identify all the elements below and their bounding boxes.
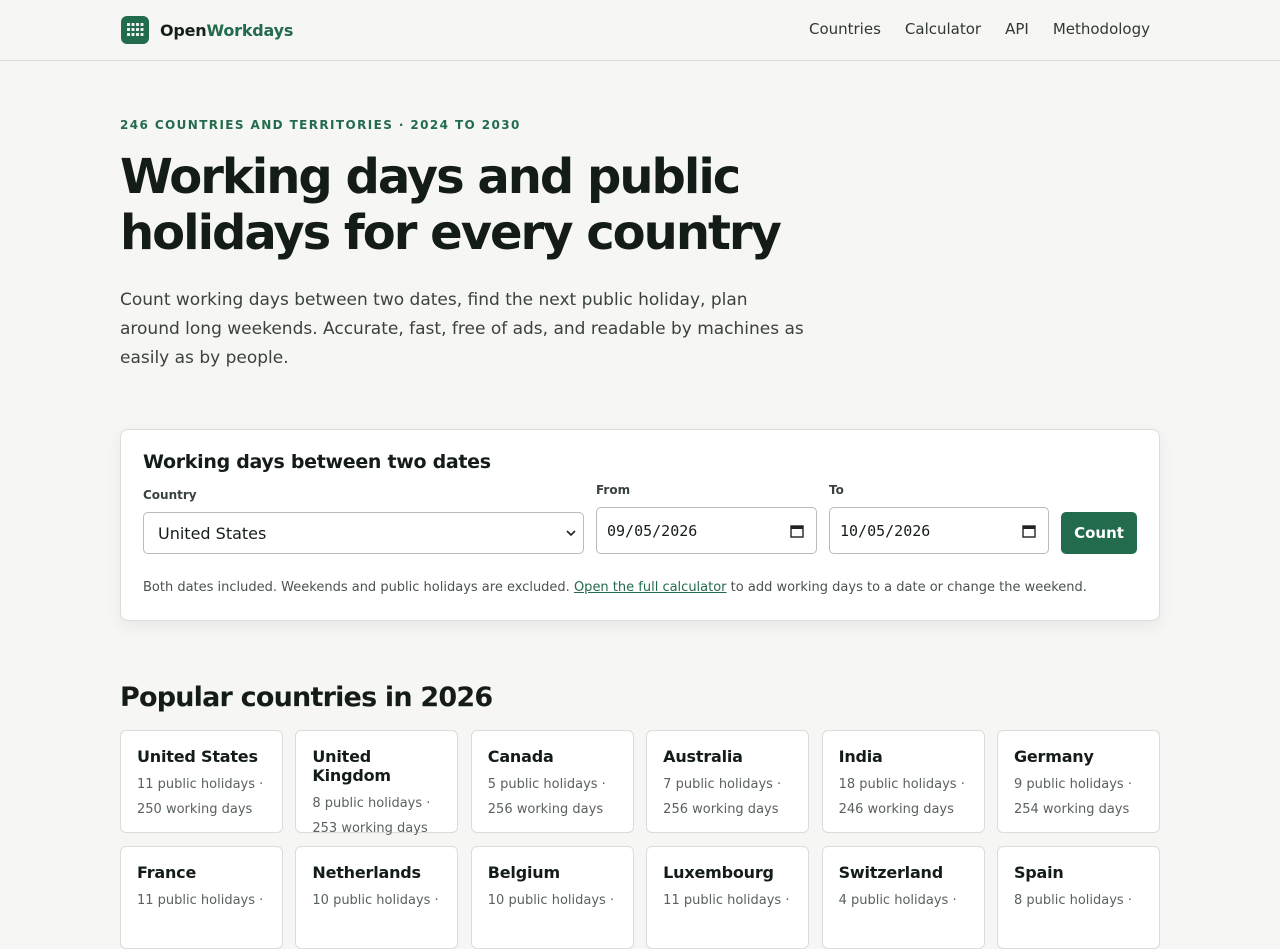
- country-card-germany[interactable]: Germany 9 public holidays · 254 working d…: [996, 730, 1160, 833]
- country-name: United States: [137, 747, 258, 766]
- to-label: To: [829, 483, 844, 497]
- country-name: United Kingdom: [312, 747, 391, 785]
- hero-eyebrow: 246 COUNTRIES AND TERRITORIES · 2024 TO …: [120, 118, 521, 132]
- country-stats: 8 public holidays ·: [1013, 893, 1132, 908]
- country-name: Australia: [663, 747, 743, 766]
- country-stats: 11 public holidays · 250 working days: [137, 777, 264, 817]
- country-name: Germany: [1013, 747, 1094, 766]
- country-name: Switzerland: [838, 863, 944, 882]
- country-stats: 18 public holidays · 246 working days: [838, 777, 965, 817]
- nav-link-calculator[interactable]: Calculator: [905, 20, 981, 38]
- full-calculator-link[interactable]: Open the full calculator: [574, 580, 727, 595]
- country-stats: 11 public holidays ·: [663, 893, 790, 908]
- calendar-icon[interactable]: [1022, 524, 1036, 538]
- to-date-input[interactable]: 10/05/2026: [829, 507, 1049, 554]
- country-name: Canada: [487, 747, 554, 766]
- country-card-canada[interactable]: Canada 5 public holidays · 256 working da…: [470, 730, 634, 833]
- site-header: OpenWorkdays Countries Calculator API Me…: [0, 0, 1280, 61]
- country-select[interactable]: United States: [143, 512, 584, 554]
- country-card-united-kingdom[interactable]: United Kingdom 8 public holidays · 253 wo…: [295, 730, 459, 836]
- country-card-netherlands[interactable]: Netherlands 10 public holidays ·: [295, 846, 459, 949]
- nav-link-countries[interactable]: Countries: [809, 20, 881, 38]
- page-title: Working days and public holidays for eve…: [120, 149, 782, 261]
- from-date-input[interactable]: 09/05/2026: [596, 507, 817, 554]
- hero-description: Count working days between two dates, fi…: [120, 290, 804, 368]
- country-card-australia[interactable]: Australia 7 public holidays · 256 working…: [646, 730, 810, 833]
- brand-name: OpenWorkdays: [160, 20, 294, 40]
- country-card-france[interactable]: France 11 public holidays ·: [120, 846, 283, 949]
- country-card-belgium[interactable]: Belgium 10 public holidays ·: [470, 846, 634, 949]
- hero-section: 246 COUNTRIES AND TERRITORIES · 2024 TO …: [120, 118, 840, 373]
- country-card-luxembourg[interactable]: Luxembourg 11 public holidays ·: [646, 846, 810, 949]
- main-nav: Countries Calculator API Methodology: [809, 20, 1150, 38]
- from-label: From: [596, 483, 631, 497]
- country-select-value: United States: [158, 523, 267, 543]
- country-card-spain[interactable]: Spain 8 public holidays ·: [996, 846, 1160, 949]
- count-button[interactable]: Count: [1061, 512, 1137, 554]
- country-stats: 11 public holidays ·: [137, 893, 264, 908]
- calendar-grid-icon: [121, 16, 149, 44]
- calendar-icon[interactable]: [790, 524, 804, 538]
- to-date-value: 10/05/2026: [840, 521, 931, 540]
- country-card-united-states[interactable]: United States 11 public holidays · 250 wo…: [120, 730, 283, 833]
- popular-countries-grid: United States 11 public holidays · 250 wo…: [120, 730, 1160, 949]
- country-stats: 7 public holidays · 256 working days: [663, 777, 782, 817]
- brand-logo-link[interactable]: OpenWorkdays: [121, 16, 293, 44]
- working-days-calculator-card: Working days between two dates Country U…: [120, 429, 1160, 621]
- country-card-switzerland[interactable]: Switzerland 4 public holidays ·: [821, 846, 985, 949]
- nav-link-methodology[interactable]: Methodology: [1053, 20, 1150, 38]
- calculator-hint: Both dates included. Weekends and public…: [143, 580, 1087, 595]
- country-stats: 10 public holidays ·: [312, 893, 439, 908]
- country-card-india[interactable]: India 18 public holidays · 246 working da…: [821, 730, 985, 833]
- country-name: India: [838, 747, 883, 766]
- country-name: Luxembourg: [663, 863, 774, 882]
- popular-countries-title: Popular countries in 2026: [120, 682, 493, 713]
- country-stats: 4 public holidays ·: [838, 893, 957, 908]
- country-name: Netherlands: [312, 863, 421, 882]
- from-date-value: 09/05/2026: [607, 521, 698, 540]
- country-stats: 10 public holidays ·: [487, 893, 615, 908]
- country-name: Belgium: [487, 863, 560, 882]
- calculator-title: Working days between two dates: [143, 451, 491, 473]
- country-stats: 5 public holidays · 256 working days: [487, 777, 606, 817]
- country-stats: 8 public holidays · 253 working days: [312, 796, 431, 836]
- country-name: France: [137, 863, 197, 882]
- country-stats: 9 public holidays · 254 working days: [1013, 777, 1132, 817]
- country-label: Country: [143, 488, 197, 502]
- chevron-down-icon: [566, 530, 576, 537]
- country-name: Spain: [1013, 863, 1064, 882]
- nav-link-api[interactable]: API: [1005, 20, 1029, 38]
